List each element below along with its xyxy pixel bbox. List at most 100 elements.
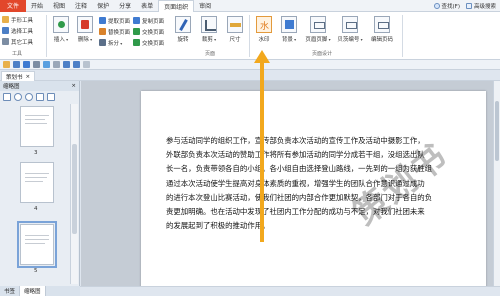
page-number-label: 编辑页码 — [370, 37, 393, 43]
tab-file[interactable]: 文件 — [0, 0, 27, 12]
background-button[interactable]: 背景 — [278, 16, 300, 43]
thumbnail-panel-title: 缩略图 — [3, 84, 20, 90]
delete-label: 删除 — [78, 35, 92, 43]
open-icon[interactable] — [13, 61, 20, 68]
separator — [46, 15, 47, 57]
hand-icon — [2, 16, 9, 23]
tab-view[interactable]: 视图 — [48, 0, 70, 12]
select-tool-button[interactable]: 选择工具 — [2, 26, 44, 35]
swap-icon — [133, 28, 140, 35]
extract-label: 提取页面 — [108, 18, 131, 25]
background-icon — [281, 16, 297, 33]
size-button[interactable]: 尺寸 — [224, 16, 246, 43]
document-scrollbar[interactable] — [493, 81, 500, 286]
status-bar — [80, 286, 500, 296]
crop-button[interactable]: 裁剪 — [198, 16, 220, 43]
quick-access-toolbar — [0, 60, 500, 70]
options-icon[interactable] — [3, 93, 11, 101]
page-number-label: 3 — [34, 150, 38, 156]
split-label: 拆分 — [108, 39, 122, 47]
customize-icon[interactable] — [83, 61, 90, 68]
rotate-button[interactable]: 旋转 — [172, 16, 194, 43]
tab-comment[interactable]: 注释 — [70, 0, 92, 12]
document-tab-strip: 策划书 × — [0, 70, 500, 81]
tab-share[interactable]: 分享 — [114, 0, 136, 12]
find-label: 查找(F) — [441, 3, 460, 10]
pages-group-label: 页面 — [205, 51, 216, 57]
tab-page-organize[interactable]: 页面组织 — [158, 0, 195, 12]
insert-button[interactable]: 插入 — [50, 16, 72, 43]
page-number-label: 5 — [34, 268, 38, 274]
replace-icon — [99, 28, 106, 35]
scrollbar-thumb[interactable] — [495, 101, 499, 161]
find-button[interactable]: 查找(F) — [433, 2, 460, 10]
close-icon[interactable]: × — [71, 83, 76, 89]
tab-home[interactable]: 开始 — [26, 0, 48, 12]
header-footer-button[interactable]: 页眉页脚 — [302, 16, 334, 43]
insert-label: 插入 — [54, 35, 68, 43]
annotation-arrow-shaft — [260, 62, 264, 242]
document-view[interactable]: 参与活动同学的组织工作，宣传部负责本次活动的宣传工作及活动中摄影工作， 外联部负… — [81, 81, 493, 286]
zoom-in-icon[interactable] — [25, 93, 33, 101]
replace-page-button[interactable]: 替换页面 — [99, 27, 130, 36]
page-number-button[interactable]: 编辑页码 — [366, 16, 398, 43]
advanced-search-icon — [465, 2, 472, 9]
watermark-icon — [256, 16, 272, 33]
watermark-button[interactable]: 水印 — [253, 16, 275, 43]
tools-icon — [2, 38, 9, 45]
panel-tabs: 书签 缩略图 — [0, 286, 80, 296]
tab-bookmarks[interactable]: 书签 — [0, 286, 21, 296]
scrollbar-thumb[interactable] — [72, 144, 77, 234]
swap-page-button[interactable]: 交换页面 — [133, 27, 164, 36]
other-tools-button[interactable]: 其它工具 — [2, 37, 44, 46]
advanced-search-label: 高级搜索 — [473, 3, 496, 10]
swap-page-label: 交换页面 — [142, 29, 165, 36]
watermark-label: 水印 — [258, 37, 270, 43]
page-thumbnail[interactable] — [20, 162, 54, 203]
header-footer-label: 页眉页脚 — [305, 35, 330, 43]
email-icon[interactable] — [43, 61, 50, 68]
copy-page-button[interactable]: 复制页面 — [133, 16, 164, 25]
header-footer-icon — [310, 16, 326, 33]
tab-protect[interactable]: 保护 — [92, 0, 114, 12]
close-icon[interactable]: × — [26, 74, 31, 80]
tab-thumbnails[interactable]: 缩略图 — [20, 286, 46, 296]
page-thumbnail[interactable] — [20, 106, 54, 147]
advanced-search-button[interactable]: 高级搜索 — [465, 2, 496, 10]
delete-page-icon — [77, 16, 93, 33]
save-icon[interactable] — [23, 61, 30, 68]
hand-icon[interactable] — [3, 61, 10, 68]
tab-form[interactable]: 表单 — [136, 0, 158, 12]
split-button[interactable]: 拆分 — [99, 38, 122, 47]
swap-page-button-2[interactable]: 交换页面 — [133, 38, 164, 47]
thumbnail-scrollbar[interactable] — [70, 104, 78, 284]
extract-page-button[interactable]: 提取页面 — [99, 16, 130, 25]
crop-icon — [201, 16, 217, 33]
tab-review[interactable]: 审阅 — [194, 0, 216, 12]
separator — [249, 15, 250, 57]
undo-icon[interactable] — [63, 61, 70, 68]
insert-page-icon — [53, 16, 69, 33]
search-icon — [433, 2, 440, 9]
hand-tool-button[interactable]: 手形工具 — [2, 15, 44, 24]
copy-page-label: 复制页面 — [142, 18, 165, 25]
rotate-right-icon[interactable] — [47, 93, 55, 101]
thumbnail-panel: 缩略图 × 3 4 5 — [0, 81, 80, 286]
swap-page-label-2: 交换页面 — [142, 40, 165, 47]
rotate-label: 旋转 — [177, 37, 189, 43]
thumbnail-toolbar — [0, 91, 79, 103]
rotate-left-icon[interactable] — [36, 93, 44, 101]
crop-label: 裁剪 — [202, 35, 216, 43]
print-icon[interactable] — [33, 61, 40, 68]
tools-group: 手形工具 选择工具 其它工具 — [2, 15, 44, 48]
properties-icon[interactable] — [53, 61, 60, 68]
delete-button[interactable]: 删除 — [74, 16, 96, 43]
document-tab[interactable]: 策划书 × — [1, 71, 36, 81]
redo-icon[interactable] — [73, 61, 80, 68]
ruler-icon — [227, 16, 243, 33]
page-thumbnail-selected[interactable] — [17, 221, 57, 268]
copy-icon — [133, 17, 140, 24]
zoom-out-icon[interactable] — [14, 93, 22, 101]
text-line: 的发展起到了积极的推动作用。 — [166, 221, 270, 231]
bates-button[interactable]: 贝茨编号 — [334, 16, 366, 43]
